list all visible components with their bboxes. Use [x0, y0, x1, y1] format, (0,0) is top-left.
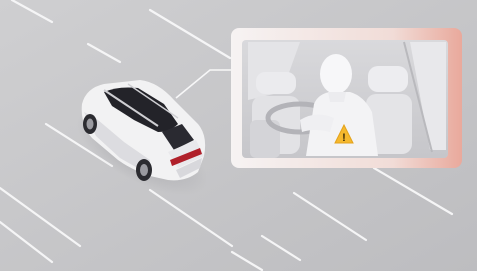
warning-symbol: ! [342, 132, 346, 144]
driver-monitoring-illustration: ! [0, 0, 477, 271]
callout-panel: ! [231, 28, 462, 168]
left-seat [250, 72, 300, 158]
